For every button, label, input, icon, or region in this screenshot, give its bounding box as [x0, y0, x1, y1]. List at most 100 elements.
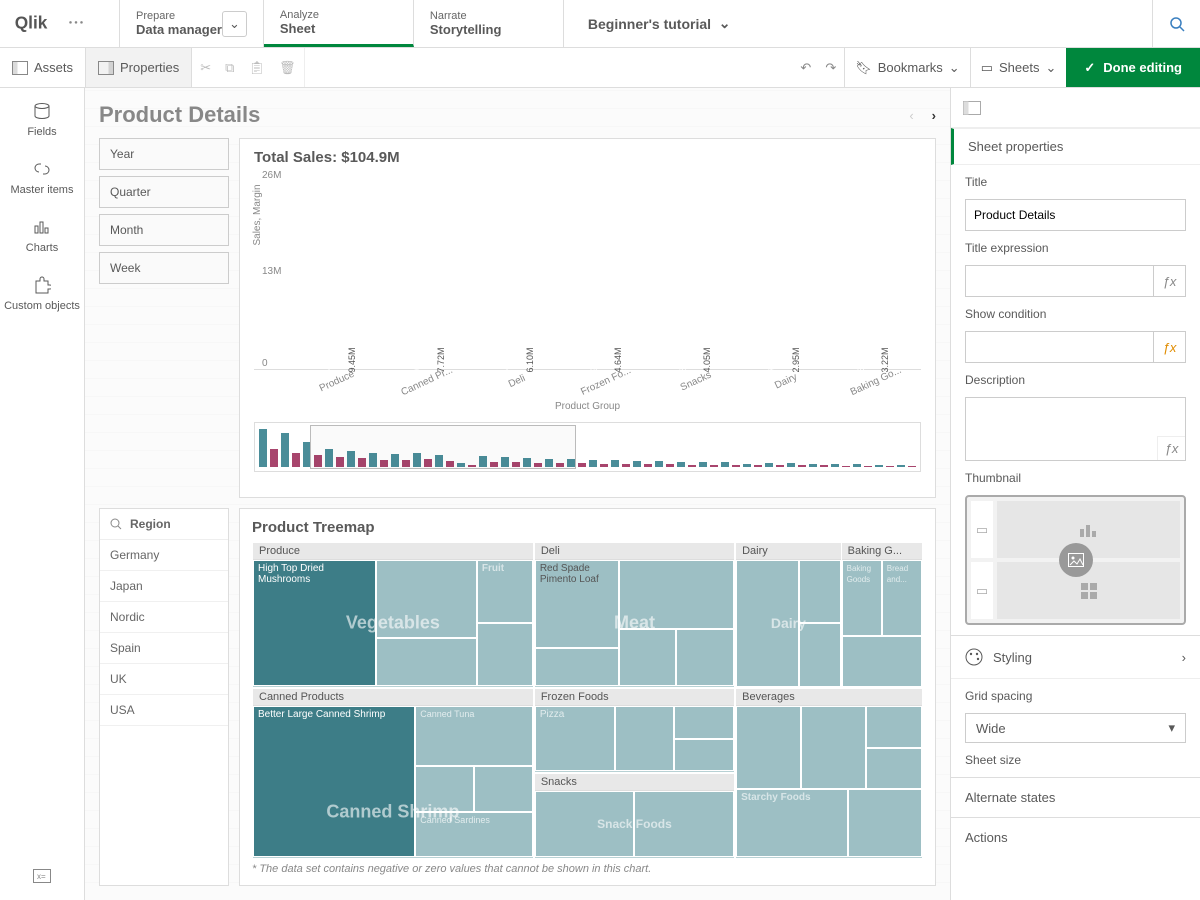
treemap-card[interactable]: Product Treemap Produce High Top Dried M… — [239, 508, 936, 886]
treemap-cell[interactable] — [842, 636, 922, 687]
treemap-cell[interactable] — [799, 560, 841, 623]
rail-variables[interactable]: x= — [33, 869, 51, 886]
treemap-note: * The data set contains negative or zero… — [252, 863, 923, 875]
treemap-cell[interactable] — [801, 706, 866, 789]
app-title[interactable]: Beginner's tutorial ⌄ — [564, 0, 1152, 47]
treemap-cell[interactable] — [474, 766, 533, 811]
rail-custom[interactable]: Custom objects — [4, 276, 80, 312]
treemap-cell[interactable]: Red Spade Pimento Loaf — [535, 560, 619, 648]
treemap-cell[interactable] — [619, 629, 677, 686]
treemap-body: Produce High Top Dried Mushrooms Fruit V… — [252, 542, 923, 859]
fx-icon[interactable]: ƒx — [1157, 436, 1185, 460]
bookmark-icon: 🔖︎ — [855, 60, 872, 76]
treemap-cell[interactable]: Fruit — [477, 560, 533, 623]
undo-icon[interactable]: ↶ — [800, 60, 811, 76]
paste-icon[interactable]: 📋︎ — [248, 60, 265, 76]
next-sheet-icon[interactable]: › — [932, 108, 936, 123]
chevron-down-icon[interactable]: ⌄ — [222, 11, 247, 37]
treemap-cell[interactable] — [799, 623, 841, 686]
region-item[interactable]: Spain — [100, 633, 228, 664]
chart-overview-scroll[interactable] — [254, 422, 921, 472]
chevron-down-icon: ⌄ — [719, 15, 731, 32]
panel-left-icon — [12, 61, 28, 75]
sheets-button[interactable]: ▭ Sheets ⌄ — [970, 48, 1067, 87]
global-search[interactable] — [1152, 0, 1200, 47]
sheet-thumb-icon[interactable] — [963, 101, 981, 115]
region-item[interactable]: UK — [100, 664, 228, 695]
show-condition-input[interactable] — [966, 332, 1153, 362]
nav-prepare[interactable]: Prepare Data manager ⌄ — [120, 0, 264, 47]
upload-image-icon[interactable] — [1059, 543, 1093, 577]
treemap-cell[interactable] — [376, 638, 477, 686]
search-icon[interactable] — [110, 518, 122, 530]
title-expression-input[interactable] — [966, 266, 1153, 296]
overview-selection[interactable] — [310, 425, 576, 469]
database-icon — [33, 102, 51, 120]
treemap-cell[interactable] — [866, 748, 922, 789]
grid-spacing-select[interactable]: Wide▾ — [965, 713, 1186, 743]
fx-icon[interactable]: ƒx — [1153, 332, 1185, 362]
title-input[interactable] — [966, 200, 1185, 230]
filter-chip[interactable]: Year — [99, 138, 229, 170]
region-item[interactable]: Japan — [100, 571, 228, 602]
treemap-cell[interactable] — [415, 766, 474, 811]
treemap-cell[interactable]: Starchy Foods — [736, 789, 848, 857]
treemap-cell[interactable] — [634, 791, 734, 857]
treemap-cell[interactable] — [736, 706, 801, 789]
bookmarks-button[interactable]: 🔖︎ Bookmarks ⌄ — [844, 48, 969, 87]
rail-master[interactable]: Master items — [11, 160, 74, 196]
treemap-cell[interactable]: Canned Tuna — [415, 706, 533, 766]
description-input[interactable]: ƒx — [965, 397, 1186, 461]
region-filter[interactable]: Region GermanyJapanNordicSpainUKUSA — [99, 508, 229, 886]
alternate-states-accordion[interactable]: Alternate states — [951, 777, 1200, 817]
bar-chart-icon — [1079, 523, 1099, 537]
cut-icon[interactable]: ✂ — [200, 60, 211, 76]
filter-chip[interactable]: Quarter — [99, 176, 229, 208]
chevron-down-icon: ⌄ — [949, 60, 960, 76]
treemap-cell[interactable]: Bread and... — [882, 560, 922, 636]
rail-fields[interactable]: Fields — [27, 102, 56, 138]
svg-text:x=: x= — [37, 872, 46, 881]
treemap-cell[interactable]: Canned Sardines — [415, 812, 533, 857]
assets-tab[interactable]: Assets — [0, 48, 86, 87]
fx-icon[interactable]: ƒx — [1153, 266, 1185, 296]
thumbnail-preview[interactable]: ▭ ▭ — [965, 495, 1186, 625]
treemap-cell[interactable] — [848, 789, 922, 857]
treemap-cell[interactable] — [477, 623, 533, 686]
treemap-cell[interactable] — [676, 629, 734, 686]
treemap-cell[interactable] — [736, 560, 799, 687]
treemap-cell[interactable] — [674, 706, 734, 739]
treemap-cell[interactable]: Baking Goods — [842, 560, 882, 636]
prev-sheet-icon[interactable]: ‹ — [909, 108, 913, 123]
treemap-cell[interactable] — [866, 706, 922, 748]
treemap-cell[interactable] — [535, 791, 635, 857]
treemap-cell[interactable]: Better Large Canned Shrimp — [253, 706, 415, 857]
rail-charts[interactable]: Charts — [26, 218, 58, 254]
treemap-cell[interactable] — [674, 739, 734, 772]
grid-icon — [1081, 583, 1097, 599]
region-item[interactable]: Nordic — [100, 602, 228, 633]
sheet-canvas[interactable]: Product Details ‹ › YearQuarterMonthWeek… — [85, 88, 950, 900]
bar-chart-icon — [33, 218, 51, 236]
copy-icon[interactable]: ⧉ — [225, 60, 234, 76]
treemap-cell[interactable] — [615, 706, 675, 772]
treemap-cell[interactable] — [619, 560, 735, 629]
bar-chart-card[interactable]: Total Sales: $104.9M Sales, Margin 26M 1… — [239, 138, 936, 498]
styling-accordion[interactable]: Styling › — [951, 635, 1200, 678]
treemap-cell[interactable]: Pizza — [535, 706, 615, 772]
actions-accordion[interactable]: Actions — [951, 817, 1200, 857]
treemap-cell[interactable] — [376, 560, 477, 638]
redo-icon[interactable]: ↷ — [825, 60, 836, 76]
filter-chip[interactable]: Month — [99, 214, 229, 246]
svg-text:Qlik: Qlik — [15, 13, 48, 33]
properties-tab[interactable]: Properties — [86, 48, 192, 87]
nav-narrate[interactable]: Narrate Storytelling — [414, 0, 564, 47]
region-item[interactable]: Germany — [100, 540, 228, 571]
treemap-cell[interactable] — [535, 648, 619, 686]
filter-chip[interactable]: Week — [99, 252, 229, 284]
treemap-cell[interactable]: High Top Dried Mushrooms — [253, 560, 376, 686]
done-editing-button[interactable]: ✓ Done editing — [1066, 48, 1200, 87]
delete-icon[interactable]: 🗑︎ — [279, 60, 296, 76]
nav-analyze[interactable]: Analyze Sheet — [264, 0, 414, 47]
region-item[interactable]: USA — [100, 695, 228, 726]
